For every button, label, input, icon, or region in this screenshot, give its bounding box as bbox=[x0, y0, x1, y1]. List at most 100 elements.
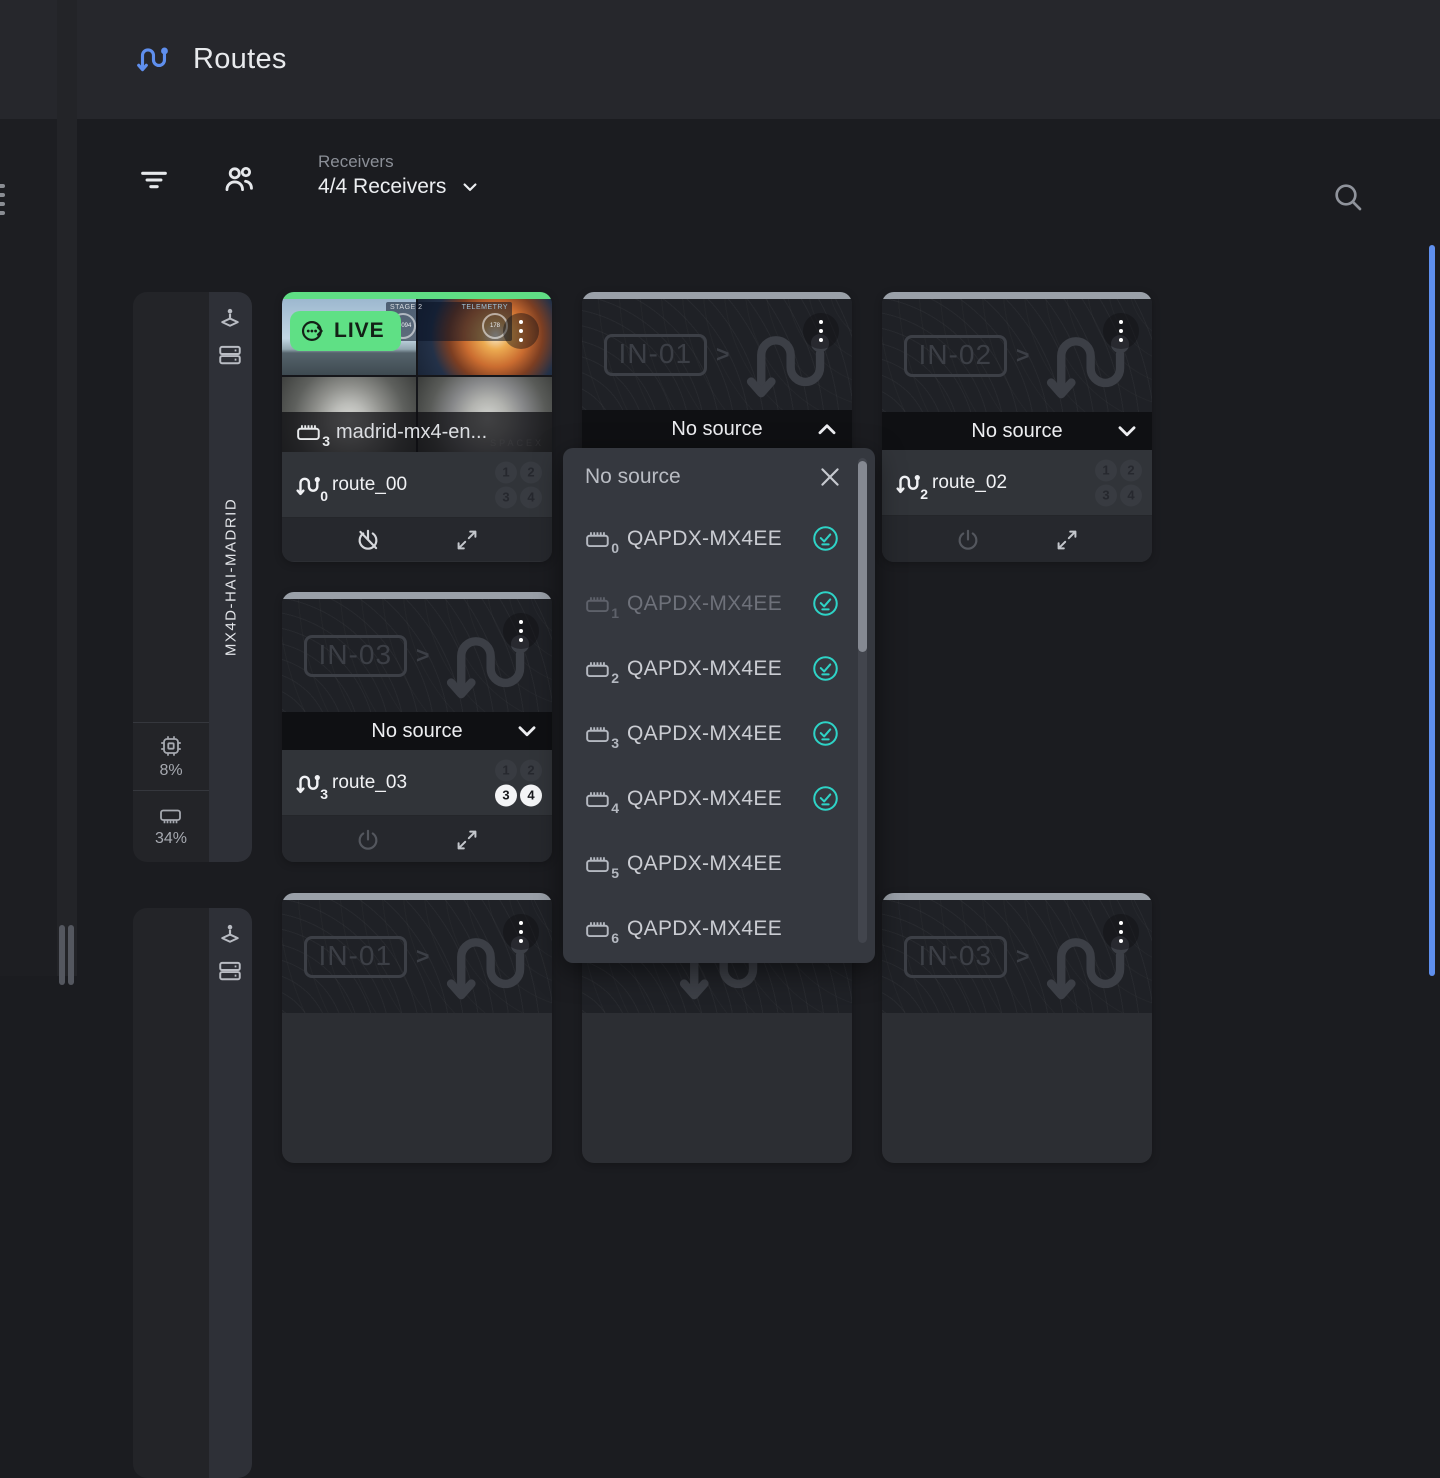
encoder-icon: 3 bbox=[585, 723, 611, 745]
panel-resize-handle[interactable] bbox=[59, 925, 65, 985]
memory-value: 34% bbox=[155, 830, 187, 848]
card-pattern: IN-01 > bbox=[282, 900, 552, 1013]
check-circle-icon bbox=[812, 590, 839, 617]
source-selector[interactable]: No source bbox=[582, 410, 852, 448]
source-name: madrid-mx4-en... bbox=[336, 421, 487, 444]
device-rail: MX4D-HAI-MADRID bbox=[209, 292, 252, 862]
output-4[interactable]: 4 bbox=[1120, 484, 1142, 506]
chevron-down-icon bbox=[514, 718, 540, 744]
cpu-icon bbox=[159, 734, 183, 758]
output-3[interactable]: 3 bbox=[1095, 484, 1117, 506]
route-card-partial: IN-01 > bbox=[282, 893, 552, 1163]
card-menu-button[interactable] bbox=[1103, 313, 1139, 349]
route-card-route-03: IN-03 > No source 3 route_03 1 2 3 4 bbox=[282, 592, 552, 862]
encoder-icon: 2 bbox=[585, 658, 611, 680]
card-menu-button[interactable] bbox=[503, 613, 539, 649]
source-dropdown: No source 0 QAPDX-MX4EE 1 QAPDX-MX4EE 2 … bbox=[563, 448, 875, 963]
joystick-icon[interactable] bbox=[217, 306, 243, 332]
stage-label: STAGE 2 bbox=[390, 304, 423, 311]
source-selector[interactable]: No source bbox=[882, 412, 1152, 450]
card-pattern: IN-01 > bbox=[582, 299, 852, 410]
receivers-selection: 4/4 Receivers bbox=[318, 175, 446, 199]
source-option-0[interactable]: 0 QAPDX-MX4EE bbox=[563, 506, 875, 571]
search-button[interactable] bbox=[1332, 181, 1364, 213]
power-off-button[interactable] bbox=[355, 527, 381, 553]
panel-divider bbox=[57, 0, 77, 976]
check-circle-icon bbox=[812, 720, 839, 747]
encoder-icon: 0 bbox=[585, 528, 611, 550]
route-row: 3 route_03 1 2 3 4 bbox=[282, 750, 552, 816]
cpu-value: 8% bbox=[159, 762, 182, 780]
route-card-route-00: STAGE 2 TELEMETRY 23094 178 LIVE SPACEX … bbox=[282, 292, 552, 562]
output-4[interactable]: 4 bbox=[520, 784, 542, 806]
source-option-4[interactable]: 4 QAPDX-MX4EE bbox=[563, 766, 875, 831]
receivers-selector[interactable]: Receivers 4/4 Receivers bbox=[318, 152, 480, 199]
source-option-3[interactable]: 3 QAPDX-MX4EE bbox=[563, 701, 875, 766]
collapsed-menu-icon bbox=[0, 193, 5, 197]
joystick-icon[interactable] bbox=[217, 922, 243, 948]
chevron-down-icon bbox=[460, 177, 480, 197]
card-pattern: IN-03 > bbox=[282, 599, 552, 712]
filter-button[interactable] bbox=[138, 164, 170, 196]
collapsed-menu-icon bbox=[0, 184, 5, 188]
page-scrollbar[interactable] bbox=[1429, 245, 1435, 976]
panel-resize-handle[interactable] bbox=[68, 925, 74, 985]
route-name: route_02 bbox=[932, 472, 1007, 494]
output-indicators: 1 2 3 4 bbox=[1095, 459, 1142, 506]
card-menu-button[interactable] bbox=[1103, 914, 1139, 950]
expand-button[interactable] bbox=[455, 828, 479, 852]
source-option-2[interactable]: 2 QAPDX-MX4EE bbox=[563, 636, 875, 701]
power-button[interactable] bbox=[955, 527, 981, 553]
output-3[interactable]: 3 bbox=[495, 784, 517, 806]
route-icon: 0 bbox=[294, 472, 320, 498]
encoder-icon: 1 bbox=[585, 593, 611, 615]
source-option-1[interactable]: 1 QAPDX-MX4EE bbox=[563, 571, 875, 636]
output-1[interactable]: 1 bbox=[1095, 459, 1117, 481]
card-status-bar bbox=[882, 292, 1152, 299]
ram-icon bbox=[159, 806, 183, 826]
check-circle-icon bbox=[812, 785, 839, 812]
page-title: Routes bbox=[193, 43, 287, 76]
route-icon: 3 bbox=[294, 770, 320, 796]
source-option-5[interactable]: 5 QAPDX-MX4EE bbox=[563, 831, 875, 896]
check-circle-icon bbox=[812, 525, 839, 552]
chevron-down-icon bbox=[1114, 418, 1140, 444]
card-status-bar bbox=[582, 292, 852, 299]
telemetry-overlay: STAGE 2 TELEMETRY 23094 178 bbox=[386, 302, 512, 341]
card-menu-button[interactable] bbox=[503, 914, 539, 950]
expand-button[interactable] bbox=[455, 528, 479, 552]
power-button[interactable] bbox=[355, 827, 381, 853]
output-2[interactable]: 2 bbox=[520, 461, 542, 483]
routes-icon bbox=[134, 42, 168, 74]
output-2[interactable]: 2 bbox=[1120, 459, 1142, 481]
encoder-icon: 6 bbox=[585, 918, 611, 940]
expand-button[interactable] bbox=[1055, 528, 1079, 552]
route-name: route_03 bbox=[332, 772, 407, 794]
card-actions bbox=[882, 516, 1152, 562]
output-1[interactable]: 1 bbox=[495, 759, 517, 781]
output-2[interactable]: 2 bbox=[520, 759, 542, 781]
dropdown-scrollbar-thumb[interactable] bbox=[858, 461, 867, 652]
memory-stat: 34% bbox=[133, 790, 209, 862]
card-menu-button[interactable] bbox=[503, 313, 539, 349]
server-icon[interactable] bbox=[217, 958, 243, 984]
server-icon[interactable] bbox=[217, 342, 243, 368]
source-option-6[interactable]: 6 QAPDX-MX4EE bbox=[563, 896, 875, 961]
device-panel: 8% 34% MX4D-HAI-MADRID bbox=[133, 292, 252, 862]
card-status-bar bbox=[282, 292, 552, 299]
cpu-stat: 8% bbox=[133, 722, 209, 791]
card-status-bar bbox=[282, 893, 552, 900]
route-row: 2 route_02 1 2 3 4 bbox=[882, 450, 1152, 516]
card-pattern: IN-03 > bbox=[882, 900, 1152, 1013]
output-3[interactable]: 3 bbox=[495, 486, 517, 508]
output-4[interactable]: 4 bbox=[520, 486, 542, 508]
device-panel bbox=[133, 908, 252, 1478]
receivers-group-button[interactable] bbox=[222, 162, 256, 196]
source-selector[interactable]: No source bbox=[282, 712, 552, 750]
route-icon: 2 bbox=[894, 470, 920, 496]
output-indicators: 1 2 3 4 bbox=[495, 759, 542, 806]
output-1[interactable]: 1 bbox=[495, 461, 517, 483]
card-menu-button[interactable] bbox=[803, 313, 839, 349]
card-pattern: IN-02 > bbox=[882, 299, 1152, 412]
close-icon[interactable] bbox=[817, 464, 843, 490]
